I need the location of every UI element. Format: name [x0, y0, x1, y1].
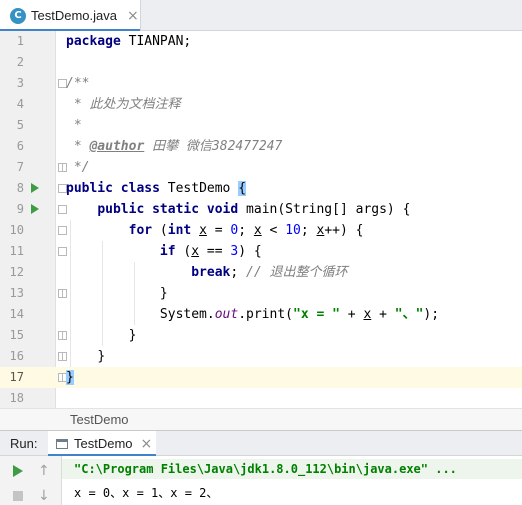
code-line: 11 if (x == 3) { [0, 241, 522, 262]
close-icon[interactable]: × [127, 9, 139, 23]
line-number: 11 [9, 244, 24, 258]
code-text: package TIANPAN; [66, 34, 192, 49]
code-line: 4 * 此处为文档注释 [0, 94, 522, 115]
line-number: 4 [16, 97, 24, 111]
code-line: 13 } [0, 283, 522, 304]
code-line: 16 } [0, 346, 522, 367]
line-number: 10 [9, 223, 24, 237]
code-text: public class TestDemo { [66, 181, 247, 196]
up-arrow-icon[interactable]: ↑ [38, 464, 50, 478]
line-number: 9 [16, 202, 24, 216]
code-line: 18 [0, 388, 522, 409]
code-text: /** [66, 76, 90, 91]
stop-icon[interactable] [13, 491, 23, 501]
code-line: 5 * [0, 115, 522, 136]
code-line: 1 package TIANPAN; [0, 31, 522, 52]
run-gutter-icon[interactable] [31, 183, 39, 193]
line-number: 5 [16, 118, 24, 132]
code-text: * @author 田攀 微信382477247 [66, 139, 283, 154]
code-line: 14 System.out.print("x = " + x + "、"); [0, 304, 522, 325]
run-toolstrip: ↑ ↓ [0, 456, 62, 505]
code-text: } [97, 349, 106, 364]
code-text: public static void main(String[] args) { [97, 202, 411, 217]
down-arrow-icon[interactable]: ↓ [38, 489, 50, 503]
code-text: if (x == 3) { [159, 244, 262, 259]
code-text: System.out.print("x = " + x + "、"); [159, 307, 440, 322]
code-text: for (int x = 0; x < 10; x++) { [128, 223, 364, 238]
code-line: 10 for (int x = 0; x < 10; x++) { [0, 220, 522, 241]
line-number: 8 [16, 181, 24, 195]
line-number: 17 [9, 370, 24, 384]
run-panel-title: Run: [10, 436, 38, 451]
close-icon[interactable]: × [141, 436, 153, 452]
code-text: } [159, 286, 168, 301]
editor-tab-testdemo[interactable]: C TestDemo.java × [0, 0, 141, 32]
console-output[interactable]: "C:\Program Files\Java\jdk1.8.0_112\bin\… [62, 456, 522, 505]
line-number: 2 [16, 55, 24, 69]
breadcrumb[interactable]: TestDemo [0, 408, 522, 430]
run-panel-header: Run: TestDemo × [0, 430, 522, 457]
run-tab-testdemo[interactable]: TestDemo × [48, 431, 156, 457]
rerun-icon[interactable] [13, 465, 23, 477]
code-line: 8 public class TestDemo { [0, 178, 522, 199]
console-command-line: "C:\Program Files\Java\jdk1.8.0_112\bin\… [74, 462, 457, 476]
code-line-current: 17 } [0, 367, 522, 388]
code-line: 2 [0, 52, 522, 73]
line-number: 13 [9, 286, 24, 300]
line-number: 6 [16, 139, 24, 153]
code-line: 9 public static void main(String[] args)… [0, 199, 522, 220]
code-text: */ [66, 160, 90, 175]
run-gutter-icon[interactable] [31, 204, 39, 214]
code-line: 15 } [0, 325, 522, 346]
line-number: 15 [9, 328, 24, 342]
code-text: break; // 退出整个循环 [191, 265, 348, 280]
code-text: * [66, 118, 82, 133]
editor-tab-label: TestDemo.java [31, 8, 117, 23]
run-tab-label: TestDemo [74, 436, 133, 451]
line-number: 18 [9, 391, 24, 405]
code-text: } [128, 328, 137, 343]
editor-tab-bar: C TestDemo.java × [0, 0, 522, 32]
line-number: 14 [9, 307, 24, 321]
code-line: 3 /** [0, 73, 522, 94]
line-number: 12 [9, 265, 24, 279]
code-line: 7 */ [0, 157, 522, 178]
code-line: 6 * @author 田攀 微信382477247 [0, 136, 522, 157]
code-line: 12 break; // 退出整个循环 [0, 262, 522, 283]
line-number: 1 [16, 34, 24, 48]
line-number: 7 [16, 160, 24, 174]
code-text: } [66, 370, 74, 385]
code-text: * 此处为文档注释 [66, 97, 181, 112]
line-number: 16 [9, 349, 24, 363]
code-editor[interactable]: 1 package TIANPAN; 2 3 /** 4 * 此处为文档注释 5… [0, 31, 522, 408]
console-icon [56, 438, 68, 449]
line-number: 3 [16, 76, 24, 90]
console-output-line: x = 0、x = 1、x = 2、 [74, 486, 219, 500]
java-class-icon: C [10, 7, 26, 24]
